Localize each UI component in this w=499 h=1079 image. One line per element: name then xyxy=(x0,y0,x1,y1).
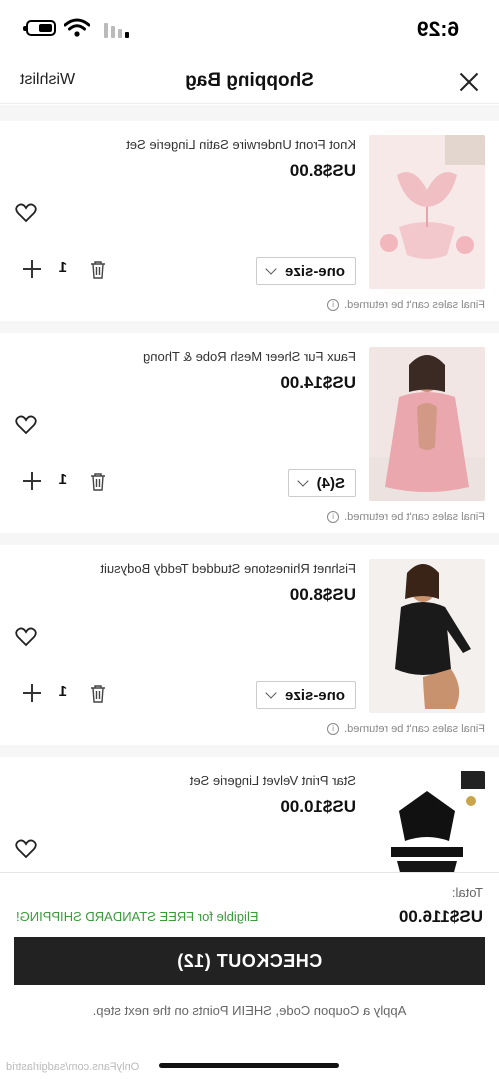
product-price: US$8.00 xyxy=(289,585,356,604)
heart-icon[interactable] xyxy=(15,839,37,859)
info-icon[interactable]: i xyxy=(327,511,340,523)
heart-icon[interactable] xyxy=(15,415,37,435)
signal-icon xyxy=(103,22,129,38)
trash-icon[interactable] xyxy=(90,685,106,703)
wishlist-link[interactable]: Wishlist xyxy=(20,71,75,89)
product-title[interactable]: Star Print Velvet Lingerie Set xyxy=(18,773,356,788)
final-sale-note: Final sales can't be returned. i xyxy=(327,299,485,311)
product-image[interactable] xyxy=(369,347,485,501)
screen: 6:29 Shopping Bag Wishlist Knot Front Un… xyxy=(0,0,499,1079)
size-select[interactable]: one-size xyxy=(255,681,356,709)
product-price: US$14.00 xyxy=(280,373,356,392)
checkout-footer: Total: US$116.00 Eligible for FREE STAND… xyxy=(0,872,499,1079)
heart-icon[interactable] xyxy=(15,627,37,647)
final-sale-note: Final sales can't be returned. i xyxy=(327,723,485,735)
chevron-down-icon xyxy=(265,687,277,699)
separator xyxy=(0,321,499,333)
status-bar: 6:29 xyxy=(0,0,499,58)
free-shipping-note: Eligible for FREE STANDARD SHIPPING! xyxy=(16,909,259,924)
quantity-value: 1 xyxy=(58,471,68,488)
total-label: Total: xyxy=(451,885,483,900)
plus-icon[interactable] xyxy=(23,684,41,702)
coupon-note: Apply a Coupon Code, SHEIN Points on the… xyxy=(92,1003,407,1018)
info-icon[interactable]: i xyxy=(327,723,340,735)
size-select[interactable]: one-size xyxy=(255,257,356,285)
product-image[interactable] xyxy=(369,771,485,872)
product-title[interactable]: Faux Fur Sheer Mesh Robe & Thong xyxy=(18,349,356,364)
cart-item-1: Knot Front Underwire Satin Lingerie Set … xyxy=(0,121,499,321)
product-image[interactable] xyxy=(369,559,485,713)
close-icon[interactable] xyxy=(455,68,483,96)
trash-icon[interactable] xyxy=(90,473,106,491)
total-amount: US$116.00 xyxy=(398,907,483,926)
quantity-value: 1 xyxy=(58,683,68,700)
trash-icon[interactable] xyxy=(90,261,106,279)
product-price: US$8.00 xyxy=(289,161,356,180)
final-sale-text: Final sales can't be returned. xyxy=(344,723,485,735)
cart-item-2: Faux Fur Sheer Mesh Robe & Thong US$14.0… xyxy=(0,333,499,533)
home-indicator[interactable] xyxy=(159,1063,339,1068)
final-sale-note: Final sales can't be returned. i xyxy=(327,511,485,523)
separator xyxy=(0,105,499,121)
size-select[interactable]: S(4) xyxy=(287,469,356,497)
size-value: one-size xyxy=(284,262,345,280)
separator xyxy=(0,745,499,757)
chevron-down-icon xyxy=(265,263,277,275)
size-value: one-size xyxy=(284,686,345,704)
separator xyxy=(0,533,499,545)
cart-item-4: Star Print Velvet Lingerie Set US$10.00 xyxy=(0,757,499,872)
product-image[interactable] xyxy=(369,135,485,289)
checkout-button[interactable]: CHECKOUT (12) xyxy=(14,937,485,985)
plus-icon[interactable] xyxy=(23,260,41,278)
watermark: OnlyFans.com/sadgirlastrid xyxy=(6,1061,140,1073)
chevron-down-icon xyxy=(296,475,309,487)
status-time: 6:29 xyxy=(416,18,459,41)
final-sale-text: Final sales can't be returned. xyxy=(344,511,485,523)
size-value: S(4) xyxy=(316,474,345,492)
final-sale-text: Final sales can't be returned. xyxy=(344,299,485,311)
header: Shopping Bag Wishlist xyxy=(0,58,499,104)
wifi-icon xyxy=(64,18,90,37)
cart-item-3: Fishnet Rhinestone Studded Teddy Bodysui… xyxy=(0,545,499,745)
product-title[interactable]: Knot Front Underwire Satin Lingerie Set xyxy=(18,137,356,152)
info-icon[interactable]: i xyxy=(327,299,340,311)
quantity-value: 1 xyxy=(58,259,68,276)
battery-icon xyxy=(23,20,56,36)
product-price: US$10.00 xyxy=(280,797,356,816)
plus-icon[interactable] xyxy=(23,472,41,490)
heart-icon[interactable] xyxy=(15,203,37,223)
product-title[interactable]: Fishnet Rhinestone Studded Teddy Bodysui… xyxy=(18,561,356,576)
